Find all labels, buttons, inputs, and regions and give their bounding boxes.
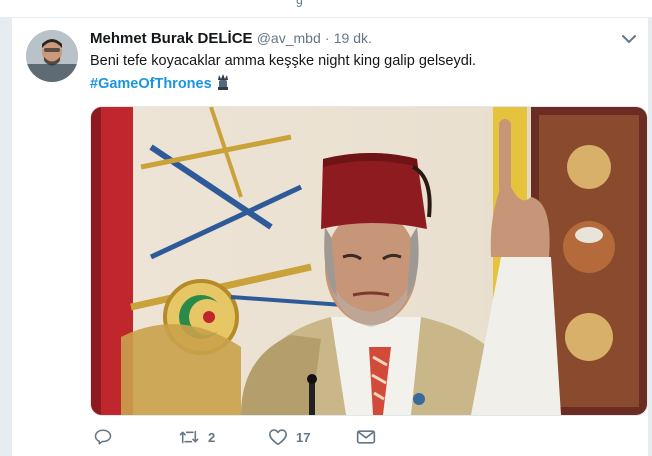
- hashtag-line: #GameOfThrones: [90, 74, 230, 92]
- envelope-icon: [356, 430, 376, 444]
- tweet-media-photo[interactable]: [90, 106, 648, 416]
- reply-button[interactable]: [94, 428, 120, 446]
- night-king-emoji-icon: [216, 74, 230, 92]
- retweet-count: 2: [208, 429, 216, 445]
- previous-tweet-actions-strip: 9: [0, 0, 652, 18]
- reply-icon: [94, 429, 112, 445]
- tweet-text: Beni tefe koyacaklar amma keşşke night k…: [90, 53, 477, 69]
- photo-image: [91, 107, 647, 415]
- heart-icon: [269, 429, 287, 446]
- header-separator: ·: [324, 30, 330, 46]
- like-count: 17: [296, 429, 311, 445]
- previous-tweet-like-count: 9: [296, 0, 303, 10]
- author-name[interactable]: Mehmet Burak DELİCE: [90, 30, 253, 47]
- like-button[interactable]: 17: [268, 428, 310, 446]
- right-page-gutter: [648, 0, 652, 456]
- author-handle[interactable]: @av_mbd: [257, 30, 321, 46]
- retweet-icon: [179, 430, 199, 444]
- tweet-timestamp[interactable]: 19 dk.: [334, 30, 372, 46]
- tweet-actions: 2 17: [90, 428, 490, 452]
- tweet[interactable]: Mehmet Burak DELİCE @av_mbd · 19 dk. Ben…: [12, 18, 648, 456]
- hashtag-link[interactable]: #GameOfThrones: [90, 76, 212, 92]
- direct-message-button[interactable]: [356, 428, 384, 446]
- avatar-image: [26, 30, 78, 82]
- tweet-header: Mehmet Burak DELİCE @av_mbd · 19 dk.: [90, 30, 372, 47]
- left-page-gutter: [0, 0, 12, 456]
- retweet-button[interactable]: 2: [178, 428, 215, 446]
- avatar[interactable]: [26, 30, 78, 82]
- chevron-down-icon[interactable]: [620, 32, 638, 46]
